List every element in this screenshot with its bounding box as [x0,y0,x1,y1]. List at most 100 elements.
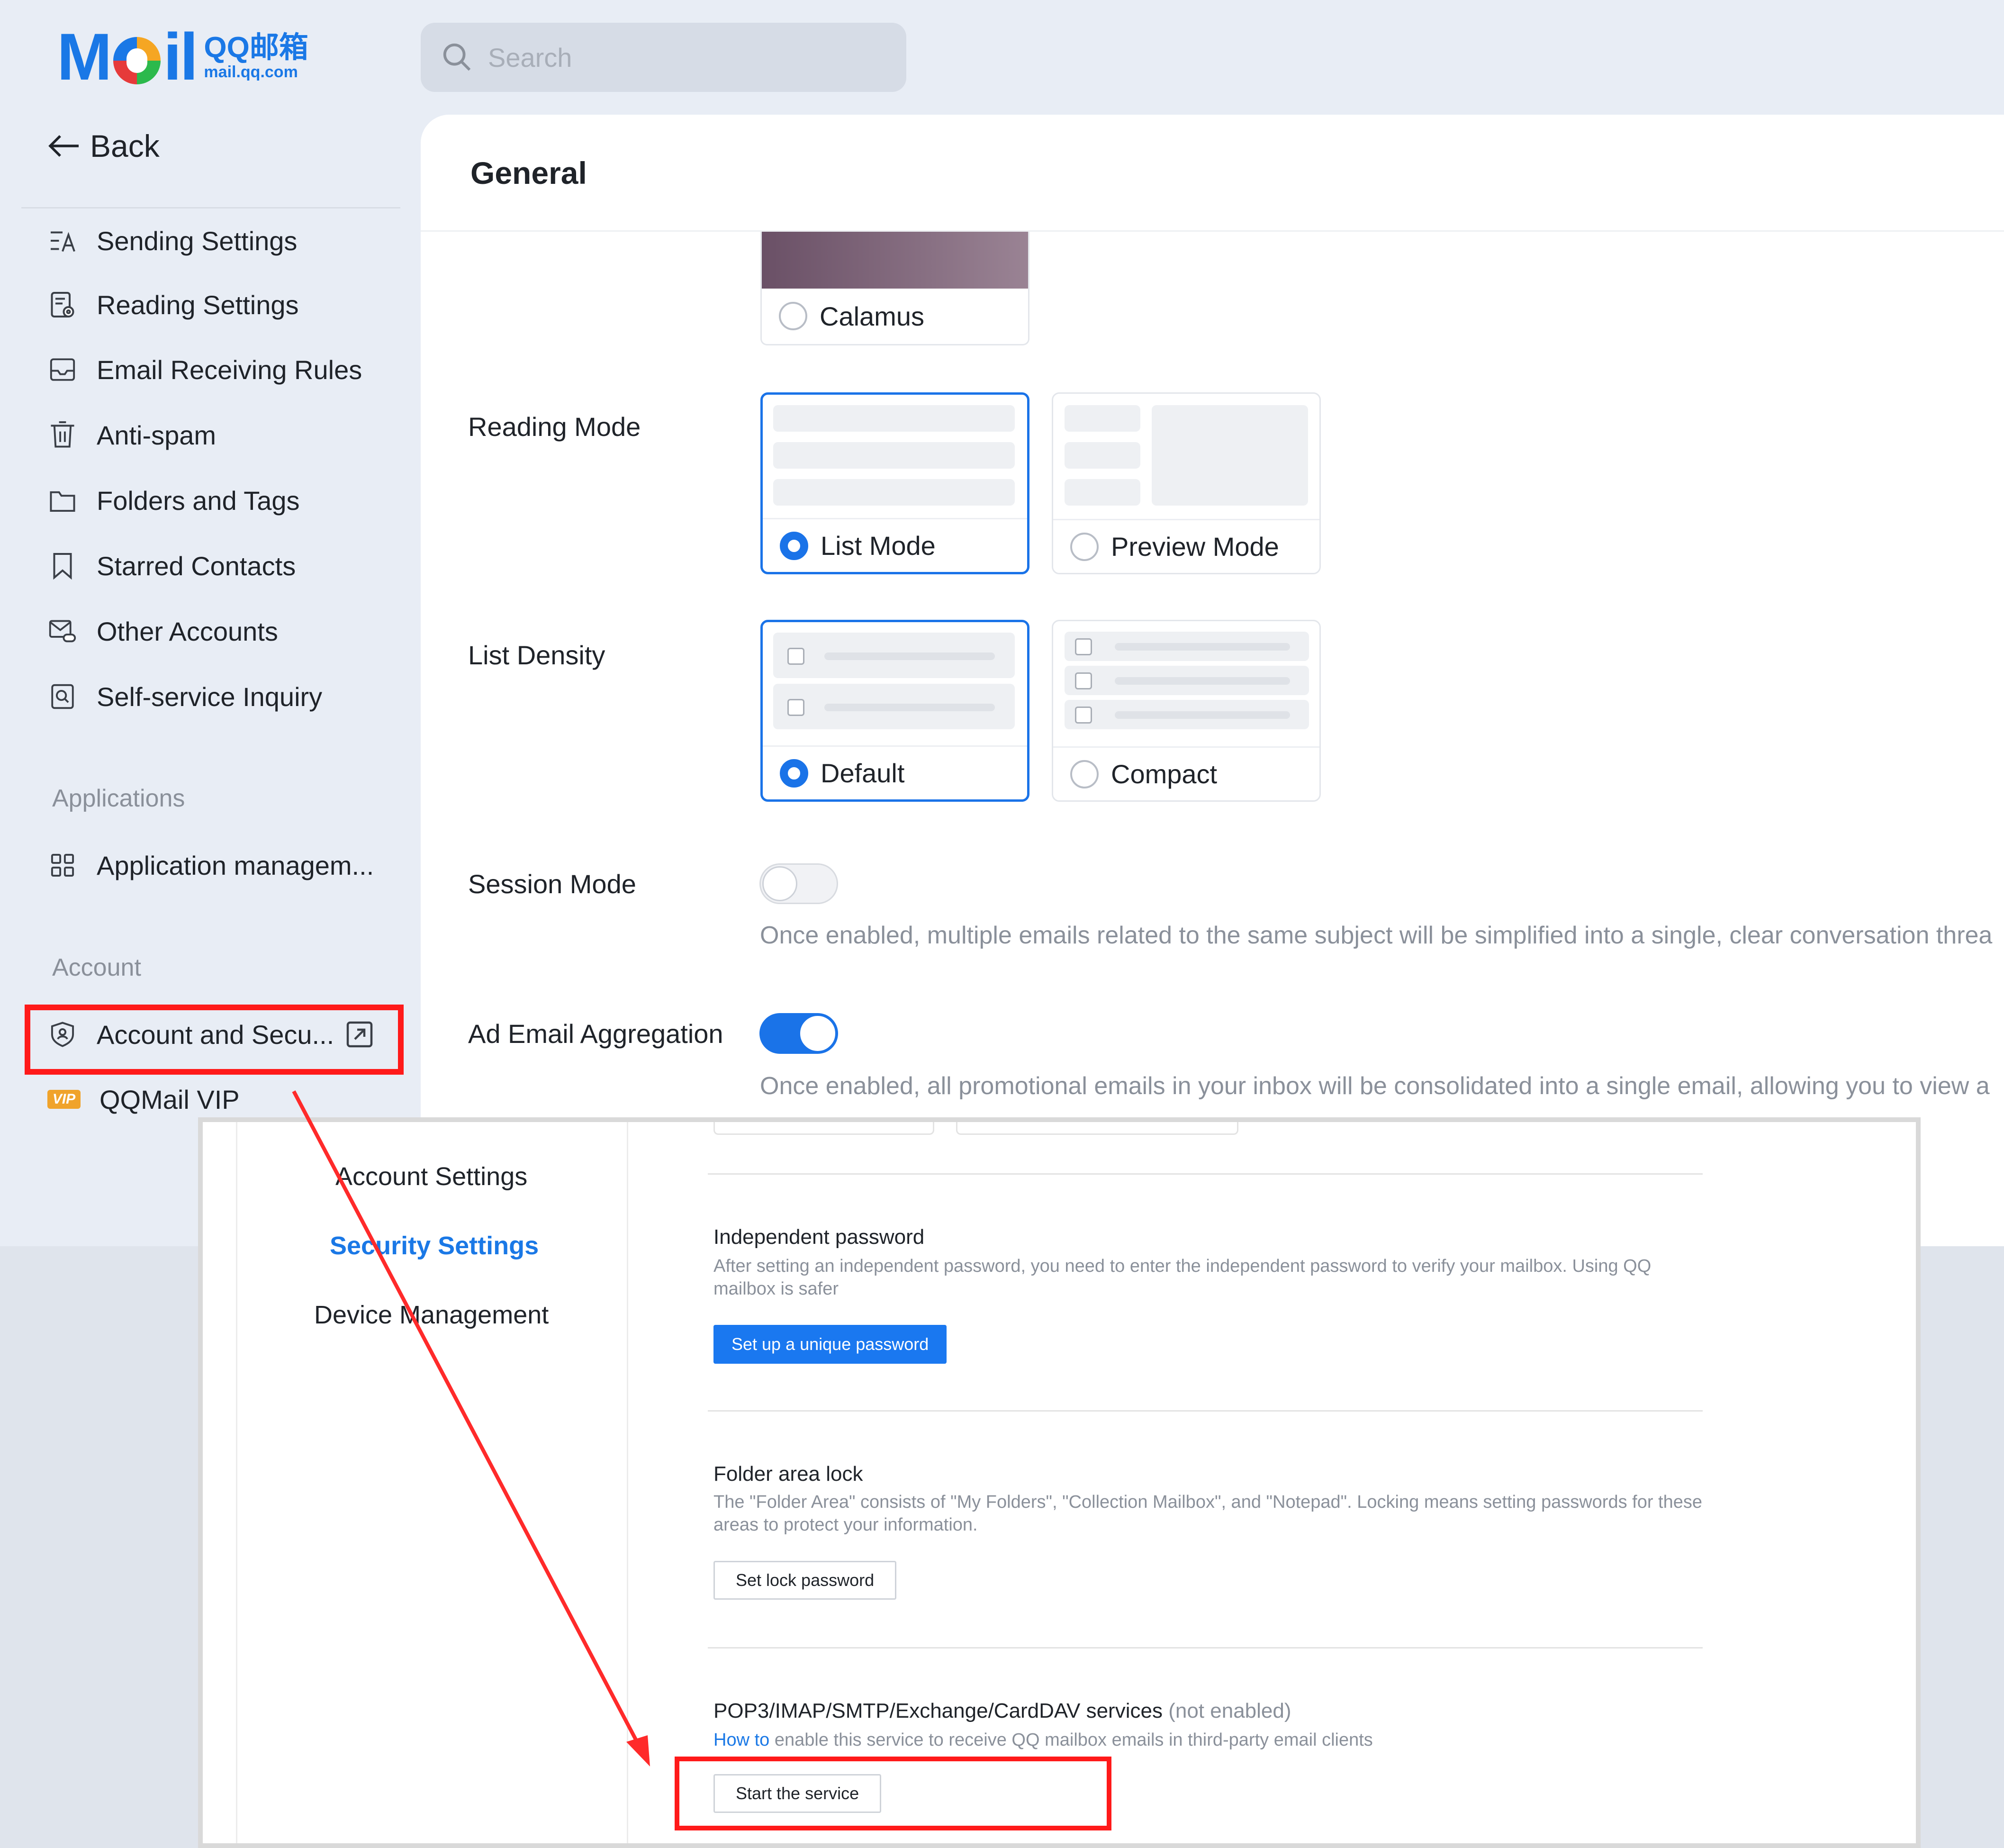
sidebar-item-label: Self-service Inquiry [97,681,323,712]
search-input[interactable] [487,41,868,73]
sidebar-item-other-accounts[interactable]: Other Accounts [47,612,278,650]
overlay-column-divider [627,1122,628,1843]
row-checkbox [1075,638,1092,655]
reading-mode-list-card[interactable]: List Mode [760,392,1029,574]
sidebar-item-self-service-inquiry[interactable]: Self-service Inquiry [47,678,322,716]
theme-name: Calamus [820,301,924,331]
preview-bar [1065,405,1140,432]
reading-mode-preview-card[interactable]: Preview Mode [1052,392,1321,574]
independent-password-title: Independent password [713,1225,925,1249]
row-line [824,652,995,660]
services-title-row: POP3/IMAP/SMTP/Exchange/CardDAV services… [713,1699,1291,1723]
section-divider [708,1647,1703,1649]
sidebar-divider [21,207,400,208]
sidebar-item-sending-settings[interactable]: Sending Settings [47,222,297,260]
row-line [1115,643,1290,651]
sidebar-item-label: Email Receiving Rules [97,354,362,385]
density-compact-radio[interactable] [1070,760,1099,788]
row-line [824,704,995,711]
set-lock-password-button[interactable]: Set lock password [713,1561,897,1600]
apps-grid-icon [47,850,78,880]
sidebar-item-label: Starred Contacts [97,551,296,581]
folder-icon [47,485,78,516]
section-divider [708,1410,1703,1412]
density-default-label: Default [821,758,905,788]
logo-letters-il: il [163,19,199,94]
row-line [1115,711,1290,719]
search-icon [443,43,471,71]
sidebar-item-qqmail-vip[interactable]: VIP QQMail VIP [47,1080,240,1118]
row-checkbox [1075,707,1092,724]
folder-lock-title: Folder area lock [713,1462,863,1486]
inbox-icon [47,354,78,385]
preview-pane [1152,405,1308,506]
overlay-edge [236,1122,237,1843]
logo-letter-m: M [57,19,112,94]
sidebar-item-label: Anti-spam [97,420,217,450]
preview-bar [773,405,1015,432]
page-title: General [470,155,587,190]
session-mode-label: Session Mode [468,869,636,899]
sidebar-item-label: Folders and Tags [97,485,300,516]
session-mode-toggle[interactable] [759,863,838,904]
row-checkbox [787,648,804,665]
section-account: Account [52,954,141,981]
tab-account-settings[interactable]: Account Settings [335,1162,527,1191]
row-checkbox [1075,672,1092,689]
toggle-knob [800,1016,835,1051]
vip-icon: VIP [47,1090,81,1109]
theme-swatch [762,232,1028,289]
reading-icon [47,290,78,320]
reading-mode-label: Reading Mode [468,412,641,442]
search-doc-icon [47,681,78,712]
density-compact-card[interactable]: Compact [1052,620,1321,802]
preview-bar [773,442,1015,469]
set-unique-password-button[interactable]: Set up a unique password [713,1325,947,1364]
how-to-link[interactable]: How to [713,1730,769,1750]
bookmark-icon [47,551,78,581]
list-mode-label: List Mode [821,531,936,561]
theme-card-calamus[interactable]: Calamus [760,232,1029,345]
theme-radio[interactable] [779,302,807,330]
arrow-left-icon [48,135,79,157]
section-applications: Applications [52,785,185,812]
list-density-label: List Density [468,640,605,670]
title-divider [421,230,2004,232]
sidebar-item-label: Reading Settings [97,290,299,320]
preview-bar [1065,442,1140,469]
row-line [1115,677,1290,685]
list-mode-radio[interactable] [780,531,808,560]
ad-aggregation-description: Once enabled, all promotional emails in … [760,1072,1990,1100]
search-bar[interactable] [421,23,906,92]
logo-bell-icon [113,37,161,84]
tab-device-management[interactable]: Device Management [314,1300,549,1330]
sidebar-item-label: Sending Settings [97,226,298,256]
toggle-knob [762,866,797,901]
sidebar-item-starred-contacts[interactable]: Starred Contacts [47,547,296,585]
independent-password-desc: After setting an independent password, y… [713,1256,1652,1299]
sidebar-item-label: Other Accounts [97,616,278,646]
ad-aggregation-toggle[interactable] [759,1013,838,1054]
services-title: POP3/IMAP/SMTP/Exchange/CardDAV services [713,1699,1163,1722]
sidebar-item-label: QQMail VIP [99,1084,240,1114]
tab-security-settings[interactable]: Security Settings [330,1231,539,1260]
back-label: Back [90,128,160,163]
sidebar-item-email-receiving-rules[interactable]: Email Receiving Rules [47,351,362,389]
back-button[interactable]: Back [47,128,160,164]
preview-mode-radio[interactable] [1070,532,1099,561]
sidebar-item-anti-spam[interactable]: Anti-spam [47,416,216,454]
logo-url: mail.qq.com [204,63,298,82]
preview-bar [1065,479,1140,506]
sidebar-item-application-management[interactable]: Application managem... [47,846,374,884]
sidebar-item-folders-and-tags[interactable]: Folders and Tags [47,481,300,519]
sidebar-item-reading-settings[interactable]: Reading Settings [47,286,299,324]
services-desc: enable this service to receive QQ mailbo… [774,1730,1373,1750]
highlight-box-start-service [675,1757,1111,1830]
folder-lock-desc: The "Folder Area" consists of "My Folder… [713,1492,1702,1535]
ad-aggregation-label: Ad Email Aggregation [468,1019,723,1049]
density-default-radio[interactable] [780,759,808,788]
qqmail-logo[interactable]: M il QQ邮箱 mail.qq.com [57,19,308,94]
services-desc-row: How to enable this service to receive QQ… [713,1729,1708,1751]
density-default-card[interactable]: Default [760,620,1029,802]
trash-icon [47,420,78,450]
